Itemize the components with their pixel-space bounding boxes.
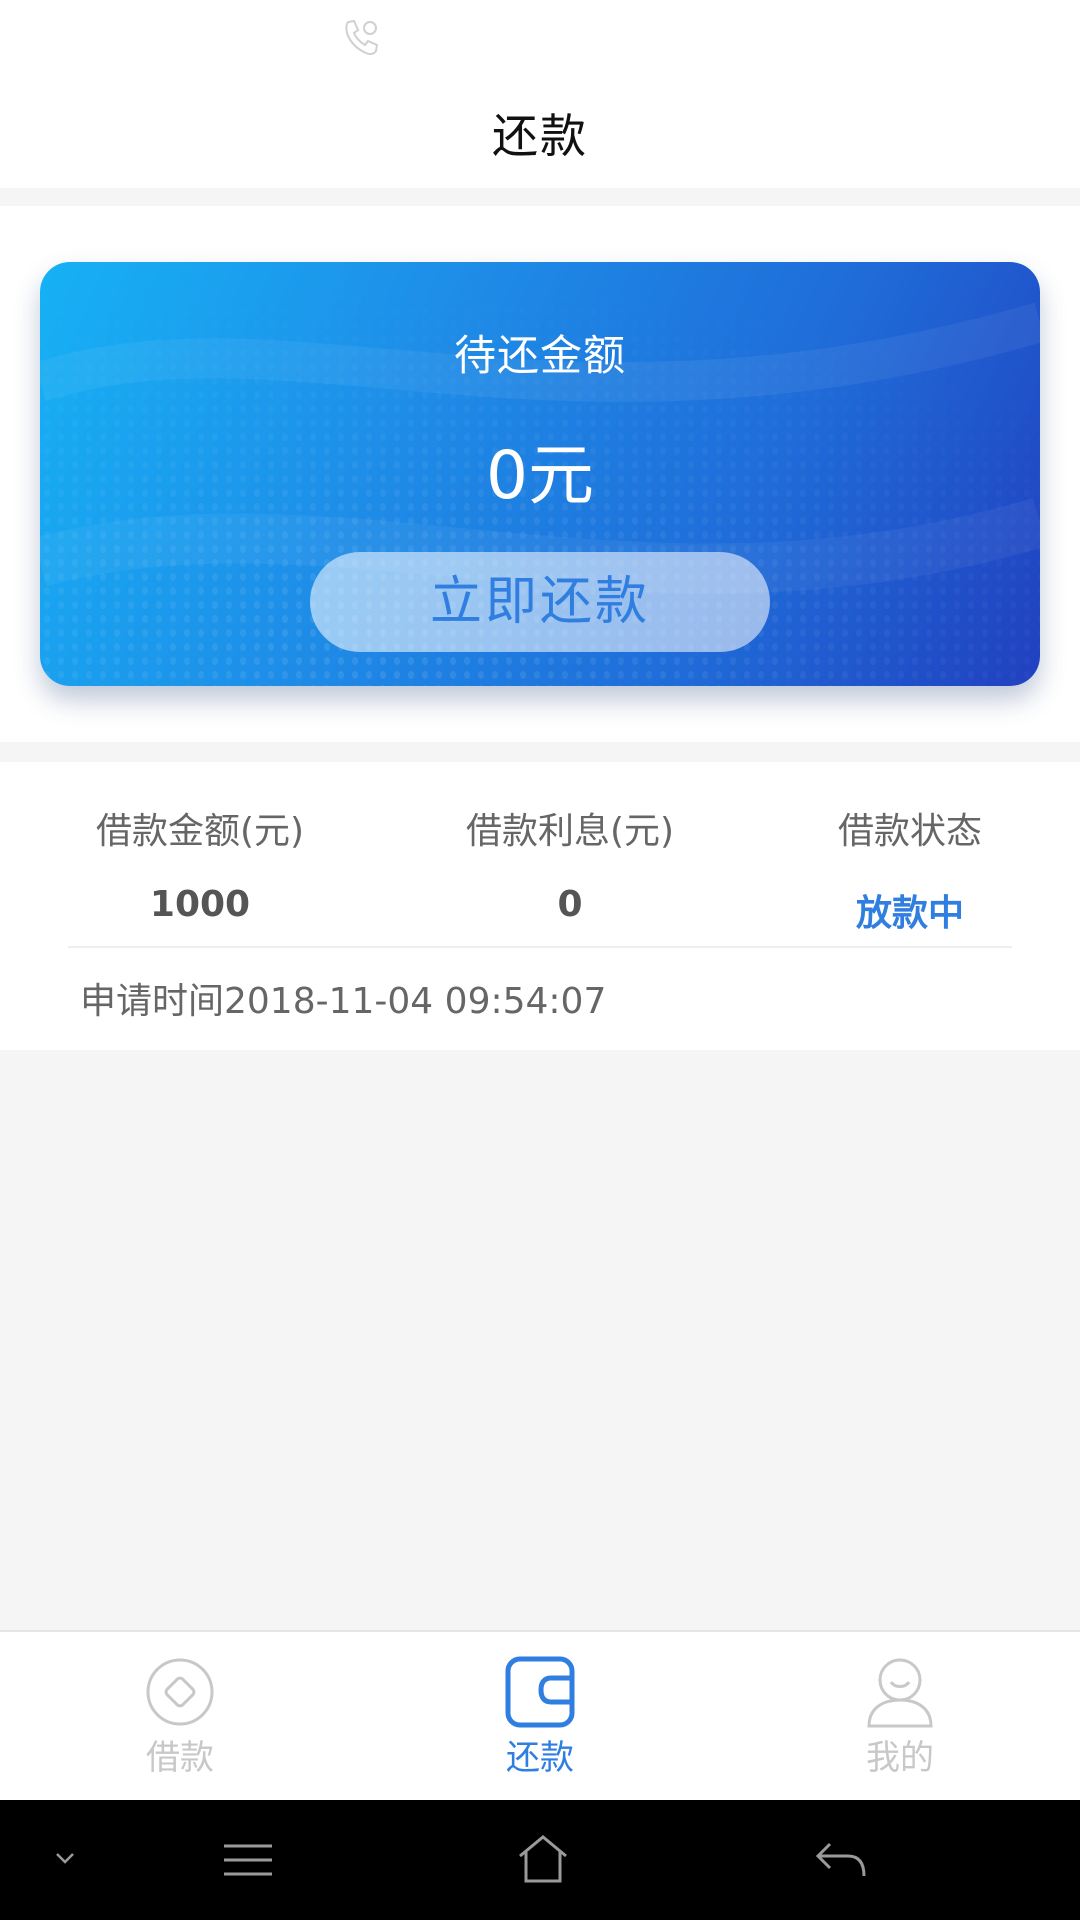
wallet-icon bbox=[505, 1656, 575, 1728]
card-section: 待还金额 0元 立即还款 bbox=[0, 206, 1080, 742]
tab-borrow[interactable]: 借款 bbox=[80, 1632, 280, 1800]
tab-label: 我的 bbox=[866, 1738, 934, 1778]
loan-amount-header: 借款金额(元) bbox=[95, 811, 305, 852]
loan-interest-value: 0 bbox=[557, 884, 583, 925]
loan-record: 借款金额(元) 借款利息(元) 借款状态 1000 0 放款中 申请时间2018… bbox=[0, 762, 1080, 1050]
diamond-circle-icon bbox=[146, 1658, 214, 1726]
loan-interest-header: 借款利息(元) bbox=[465, 811, 675, 852]
pending-repayment-card: 待还金额 0元 立即还款 bbox=[40, 262, 1040, 686]
repay-now-button[interactable]: 立即还款 bbox=[310, 552, 770, 652]
pending-amount-label: 待还金额 bbox=[453, 331, 626, 380]
tab-label: 还款 bbox=[506, 1738, 574, 1778]
page-title: 还款 bbox=[492, 109, 588, 163]
system-navigation-bar bbox=[0, 1800, 1080, 1920]
pending-amount-value: 0元 bbox=[486, 437, 594, 514]
menu-icon[interactable] bbox=[222, 1842, 274, 1878]
chevron-down-icon[interactable] bbox=[54, 1850, 76, 1866]
loan-value-row: 1000 0 放款中 bbox=[0, 884, 1080, 934]
tab-label: 借款 bbox=[146, 1738, 214, 1778]
tab-mine[interactable]: 我的 bbox=[800, 1632, 1000, 1800]
header: 还款 bbox=[0, 0, 1080, 188]
loan-amount-value: 1000 bbox=[149, 884, 251, 925]
bottom-tab-bar: 借款 还款 我的 bbox=[0, 1630, 1080, 1800]
home-icon[interactable] bbox=[516, 1834, 570, 1884]
back-icon[interactable] bbox=[814, 1840, 866, 1880]
loan-header-row: 借款金额(元) 借款利息(元) 借款状态 bbox=[0, 802, 1080, 852]
phone-hd-icon bbox=[345, 19, 379, 56]
user-icon bbox=[867, 1658, 933, 1728]
apply-time: 申请时间2018-11-04 09:54:07 bbox=[80, 981, 607, 1022]
loan-status-value: 放款中 bbox=[855, 893, 964, 934]
divider bbox=[68, 946, 1012, 948]
screen: 还款 待还金额 0元 立即还款 借款金额(元) 借款利息(元) 借款状态 100… bbox=[0, 0, 1080, 1920]
tab-repay[interactable]: 还款 bbox=[440, 1632, 640, 1800]
loan-status-header: 借款状态 bbox=[837, 811, 982, 852]
